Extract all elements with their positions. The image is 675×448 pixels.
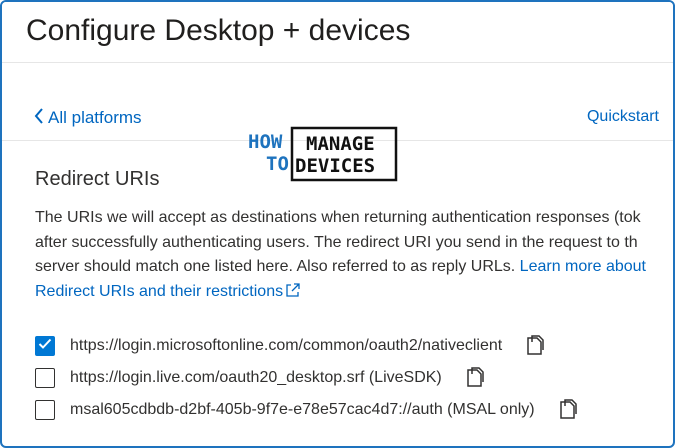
- logo-how-text: HOW: [248, 131, 283, 153]
- copy-icon[interactable]: [557, 398, 579, 421]
- how-to-manage-devices-logo: HOW TO MANAGE DEVICES: [248, 126, 398, 186]
- uri-checkbox-livesdk[interactable]: [35, 367, 55, 388]
- logo-manage-text: MANAGE: [306, 133, 375, 155]
- redirect-uris-description: The URIs we will accept as destinations …: [35, 206, 673, 307]
- copy-icon[interactable]: [464, 366, 486, 389]
- all-platforms-link[interactable]: All platforms: [34, 108, 142, 128]
- uri-text: msal605cdbdb-d2bf-405b-9f7e-e78e57cac4d7…: [70, 400, 535, 418]
- copy-icon[interactable]: [524, 334, 546, 357]
- uri-row: msal605cdbdb-d2bf-405b-9f7e-e78e57cac4d7…: [35, 394, 673, 425]
- uri-text: https://login.live.com/oauth20_desktop.s…: [70, 368, 442, 386]
- logo-devices-text: DEVICES: [295, 155, 375, 177]
- redirect-uris-heading: Redirect URIs: [35, 168, 160, 190]
- uri-text: https://login.microsoftonline.com/common…: [70, 336, 503, 354]
- chevron-left-icon: [34, 108, 44, 128]
- page-title: Configure Desktop + devices: [26, 14, 411, 47]
- app-window: Configure Desktop + devices All platform…: [0, 0, 675, 448]
- checkmark-icon: [38, 337, 52, 355]
- uri-checkbox-msal[interactable]: [35, 399, 55, 420]
- title-bar: Configure Desktop + devices: [2, 2, 673, 63]
- redirect-uris-restrictions-link[interactable]: Redirect URIs and their restrictions: [35, 283, 301, 300]
- uri-checkbox-nativeclient[interactable]: [35, 335, 55, 356]
- description-line-4: Redirect URIs and their restrictions: [35, 280, 673, 307]
- external-link-icon: [285, 282, 301, 307]
- learn-more-link[interactable]: Learn more about: [520, 258, 646, 275]
- redirect-uri-list: https://login.microsoftonline.com/common…: [35, 330, 673, 426]
- uri-row: https://login.live.com/oauth20_desktop.s…: [35, 362, 673, 393]
- all-platforms-label: All platforms: [48, 108, 142, 127]
- description-line-3: server should match one listed here. Als…: [35, 258, 646, 275]
- description-line-1: The URIs we will accept as destinations …: [35, 209, 641, 226]
- description-line-2: after successfully authenticating users.…: [35, 233, 638, 251]
- logo-to-text: TO: [266, 153, 289, 175]
- uri-row: https://login.microsoftonline.com/common…: [35, 330, 673, 361]
- quickstart-link[interactable]: Quickstart: [587, 108, 659, 126]
